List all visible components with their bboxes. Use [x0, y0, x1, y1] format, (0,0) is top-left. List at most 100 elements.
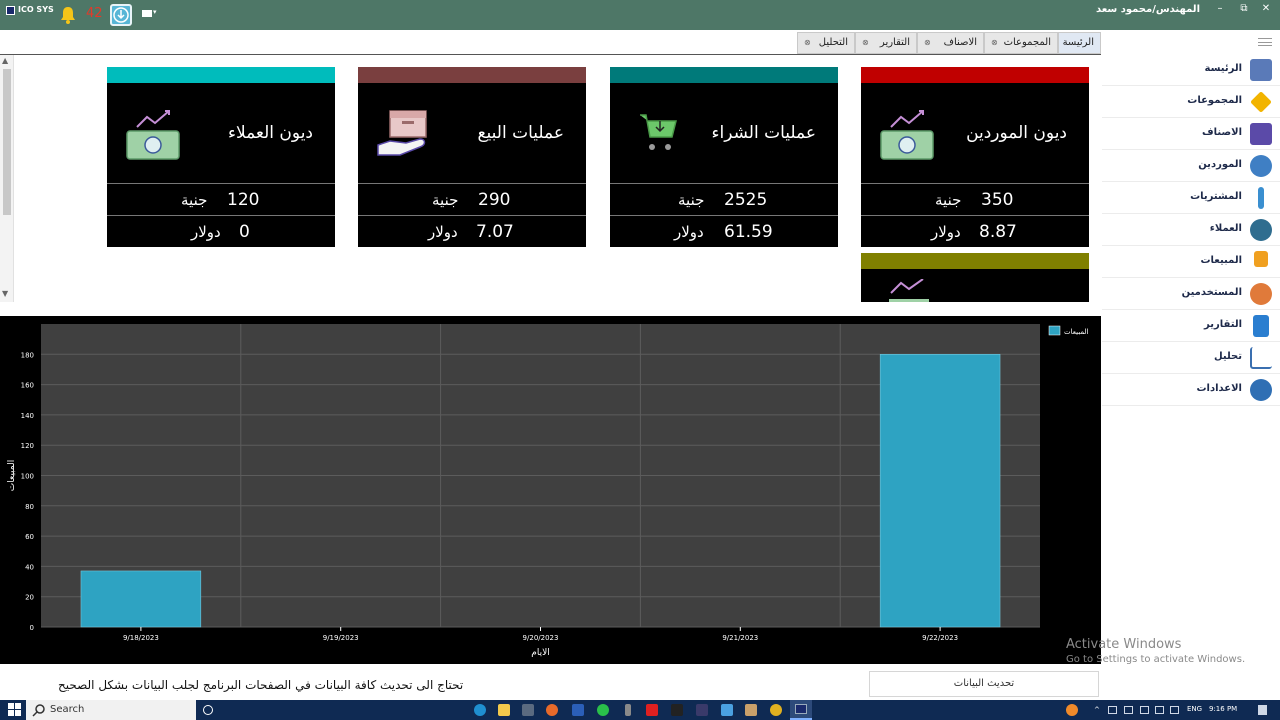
x-tick-label: 9/18/2023: [123, 634, 159, 642]
bar: [879, 354, 1001, 628]
card-usd-row: 61.59 دولار: [610, 215, 838, 247]
tab-reports[interactable]: التقارير ⊗: [855, 32, 917, 54]
paint-icon[interactable]: [721, 704, 733, 716]
tab-groups[interactable]: المجموعات ⊗: [984, 32, 1058, 54]
card-header: [861, 269, 1089, 302]
sidebar-item-label: الاعدادات: [1196, 383, 1242, 394]
dashboard-cards-panel: ▲ ▼ ديون الموردين 350 جنية 8.87 دولار عم…: [0, 54, 1101, 302]
close-button[interactable]: ✕: [1258, 3, 1274, 14]
restore-button[interactable]: ⧉: [1236, 3, 1252, 14]
sidebar-item-reports[interactable]: التقارير: [1102, 310, 1280, 342]
tab-analysis[interactable]: التحليل ⊗: [797, 32, 855, 54]
battery-icon[interactable]: [1124, 706, 1133, 714]
legend-swatch: [1048, 325, 1061, 336]
card-egp-value: 350: [981, 190, 1014, 210]
sidebar-item-purchases[interactable]: المشتريات: [1102, 182, 1280, 214]
money-trend-icon: [880, 110, 934, 160]
card-header: ديون الموردين: [861, 83, 1089, 183]
close-tab-icon[interactable]: ⊗: [924, 38, 931, 47]
active-app-taskbar-button[interactable]: [790, 700, 812, 720]
refresh-note-text: تحتاج الى تحديث كافة البيانات في الصفحات…: [58, 678, 464, 692]
taskbar: Search ^ ENG 9:16 PM: [0, 700, 1280, 720]
sidebar-item-groups[interactable]: المجموعات: [1102, 86, 1280, 118]
network-icon[interactable]: [1108, 706, 1117, 714]
clock[interactable]: 9:16 PM: [1209, 705, 1237, 713]
scroll-down-icon[interactable]: ▼: [2, 289, 8, 298]
y-tick-label: 60: [25, 533, 34, 541]
card-usd-value: 7.07: [476, 222, 514, 242]
refresh-data-button[interactable]: تحديث البيانات: [869, 671, 1099, 697]
scroll-up-icon[interactable]: ▲: [2, 56, 8, 65]
word-icon[interactable]: [572, 704, 584, 716]
y-tick-label: 180: [21, 351, 34, 359]
chevron-down-icon[interactable]: ▾: [153, 8, 157, 16]
notification-bell-icon[interactable]: [58, 5, 78, 25]
card-egp-row: 2525 جنية: [610, 183, 838, 215]
minimize-button[interactable]: –: [1212, 3, 1228, 14]
keyboard-icon[interactable]: [1170, 706, 1179, 714]
firefox-icon[interactable]: [546, 704, 558, 716]
file-explorer-icon[interactable]: [498, 704, 510, 716]
customer-debts-card: ديون العملاء 120 جنية 0 دولار: [107, 67, 335, 247]
sidebar-item-label: الرئيسة: [1204, 63, 1242, 74]
card-usd-value: 61.59: [724, 222, 773, 242]
card-color-strip: [861, 67, 1089, 83]
card-usd-value: 8.87: [979, 222, 1017, 242]
chrome-icon[interactable]: [770, 704, 782, 716]
usb-icon[interactable]: [625, 704, 631, 716]
notifications-icon[interactable]: [1258, 705, 1267, 715]
close-tab-icon[interactable]: ⊗: [862, 38, 869, 47]
wifi-icon[interactable]: [1155, 706, 1164, 714]
whatsapp-icon[interactable]: [597, 704, 609, 716]
card-egp-value: 2525: [724, 190, 768, 210]
menu-toggle-icon[interactable]: [1258, 38, 1272, 46]
sidebar-item-suppliers[interactable]: الموردين: [1102, 150, 1280, 182]
vertical-scrollbar[interactable]: ▲ ▼: [0, 55, 14, 302]
sidebar-item-sales[interactable]: المبيعات: [1102, 246, 1280, 278]
scroll-thumb[interactable]: [3, 69, 11, 215]
sidebar-item-customers[interactable]: العملاء: [1102, 214, 1280, 246]
ico-sys-app-icon: [795, 704, 807, 714]
language-flag-icon[interactable]: [142, 10, 152, 17]
tab-strip: الرئيسة المجموعات ⊗ الاصناف ⊗ التقارير ⊗…: [797, 32, 1101, 54]
taskbar-search-input[interactable]: Search: [26, 700, 196, 720]
app-name: ICO SYS: [18, 5, 54, 14]
y-axis-label: المبيعات: [7, 460, 17, 491]
cortana-icon[interactable]: [203, 705, 213, 715]
card-usd-unit: دولار: [428, 223, 458, 241]
sidebar-item-analysis[interactable]: تحليل: [1102, 342, 1280, 374]
app-icon[interactable]: [696, 704, 708, 716]
card-usd-row: 8.87 دولار: [861, 215, 1089, 247]
download-update-icon[interactable]: [110, 4, 132, 26]
search-icon: [32, 704, 45, 717]
tab-label: التحليل: [818, 37, 848, 48]
sidebar-item-users[interactable]: المستخدمين: [1102, 278, 1280, 310]
sidebar-item-label: العملاء: [1209, 223, 1242, 234]
sidebar-item-settings[interactable]: الاعدادات: [1102, 374, 1280, 406]
chevron-up-icon[interactable]: ^: [1094, 706, 1103, 714]
sidebar-item-label: المشتريات: [1190, 191, 1242, 202]
card-egp-row: 120 جنية: [107, 183, 335, 215]
watermark-title: Activate Windows: [1066, 637, 1182, 652]
x-tick-label: 9/20/2023: [523, 634, 559, 642]
tab-home[interactable]: الرئيسة: [1058, 32, 1101, 54]
language-indicator[interactable]: ENG: [1187, 705, 1202, 713]
close-tab-icon[interactable]: ⊗: [991, 38, 998, 47]
calculator-icon[interactable]: [522, 704, 534, 716]
youtube-icon[interactable]: [646, 704, 658, 716]
close-tab-icon[interactable]: ⊗: [804, 38, 811, 47]
sidebar-item-home[interactable]: الرئيسة: [1102, 54, 1280, 86]
sidebar-item-label: الاصناف: [1202, 127, 1242, 138]
app-window: ICO SYS 42 ▾ المهندس/محمود سعد – ⧉ ✕ الر…: [0, 0, 1280, 720]
tab-items[interactable]: الاصناف ⊗: [917, 32, 984, 54]
card-usd-row: 0 دولار: [107, 215, 335, 247]
weather-icon[interactable]: [1066, 704, 1078, 716]
sidebar-item-label: الموردين: [1198, 159, 1242, 170]
windows-start-icon[interactable]: [8, 703, 22, 717]
terminal-icon[interactable]: [671, 704, 683, 716]
volume-icon[interactable]: [1140, 706, 1149, 714]
edge-icon[interactable]: [474, 704, 486, 716]
archive-icon[interactable]: [745, 704, 757, 716]
partial-card: [861, 253, 1089, 302]
sidebar-item-items[interactable]: الاصناف: [1102, 118, 1280, 150]
